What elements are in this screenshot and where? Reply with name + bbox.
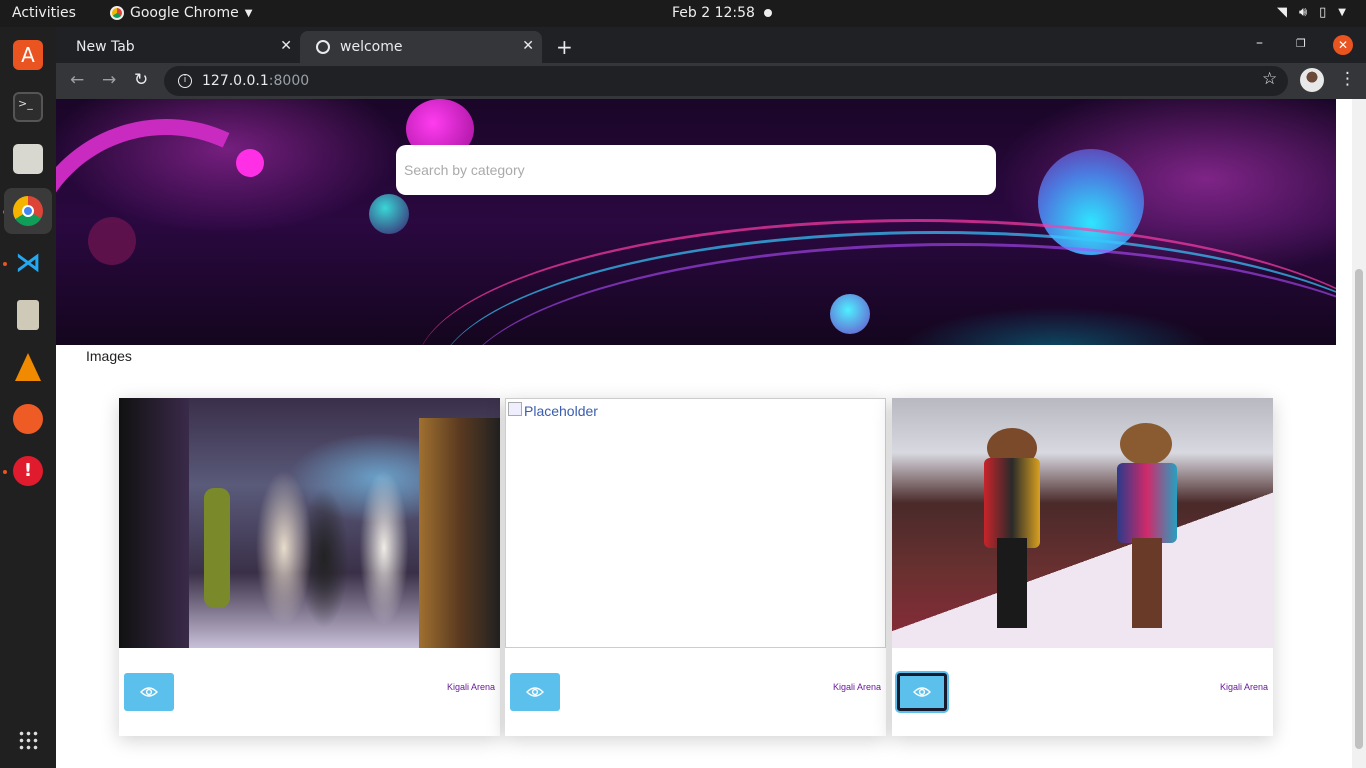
tab-welcome[interactable]: welcome ✕ xyxy=(300,31,542,63)
back-button[interactable]: ← xyxy=(70,70,84,90)
ubuntu-software-icon[interactable]: A xyxy=(8,35,48,75)
caret-down-icon: ▼ xyxy=(1338,7,1346,18)
window-close-button[interactable]: ✕ xyxy=(1333,35,1353,55)
restore-button[interactable]: ❐ xyxy=(1296,37,1306,50)
close-icon[interactable]: ✕ xyxy=(280,38,292,54)
info-icon[interactable]: i xyxy=(178,74,192,88)
eye-icon xyxy=(526,687,544,697)
broken-image-icon xyxy=(508,402,522,416)
forward-button[interactable]: → xyxy=(102,70,116,90)
view-button[interactable] xyxy=(897,673,947,711)
reload-button[interactable]: ↻ xyxy=(134,70,148,90)
app-menu[interactable]: Google Chrome ▼ xyxy=(110,5,252,21)
new-tab-button[interactable]: + xyxy=(556,35,573,59)
menu-kebab-icon[interactable]: ⋮ xyxy=(1339,69,1356,89)
running-indicator xyxy=(3,470,7,474)
broken-image[interactable]: Placeholder xyxy=(505,398,886,648)
hero-banner xyxy=(56,99,1336,345)
url-port: :8000 xyxy=(268,73,310,89)
image-alt-text: Placeholder xyxy=(524,403,598,419)
page-scrollbar[interactable] xyxy=(1352,99,1366,768)
fashion-show-photo[interactable] xyxy=(119,398,500,648)
dock: A >_ ⋊ ! xyxy=(0,27,56,768)
view-button[interactable] xyxy=(124,673,174,711)
view-button[interactable] xyxy=(510,673,560,711)
bookmark-star-icon[interactable]: ☆ xyxy=(1262,69,1277,89)
error-report-icon[interactable]: ! xyxy=(8,451,48,491)
minimize-button[interactable]: – xyxy=(1256,35,1263,51)
vlc-icon[interactable] xyxy=(8,347,48,387)
system-tray[interactable]: ◥ 🔊︎ ▯ ▼ xyxy=(1277,5,1346,20)
system-top-bar: Activities Google Chrome ▼ Feb 2 12:58 ◥… xyxy=(0,0,1366,27)
tab-new-tab[interactable]: New Tab ✕ xyxy=(64,31,300,63)
terminal-icon[interactable]: >_ xyxy=(8,87,48,127)
apps-grid-icon[interactable] xyxy=(8,720,48,760)
caret-down-icon: ▼ xyxy=(244,7,253,19)
tab-label: New Tab xyxy=(76,39,135,55)
profile-avatar[interactable] xyxy=(1300,68,1324,92)
app-menu-label: Google Chrome xyxy=(130,5,239,21)
battery-icon: ▯ xyxy=(1319,5,1327,20)
activities-button[interactable]: Activities xyxy=(12,5,76,21)
notification-dot-icon xyxy=(764,9,772,17)
browser-window: New Tab ✕ welcome ✕ + – ❐ ✕ ← → ↻ i 127.… xyxy=(56,27,1366,99)
web-page: Images Kigali Arena Placeholder Kigal xyxy=(56,99,1366,768)
location-label: Kigali Arena xyxy=(1219,682,1268,692)
address-bar[interactable]: i 127.0.0.1:8000 xyxy=(164,66,1288,96)
eye-icon xyxy=(140,687,158,697)
tab-label: welcome xyxy=(340,39,403,55)
swirl-decoration xyxy=(56,99,359,345)
clock[interactable]: Feb 2 12:58 xyxy=(672,5,755,21)
image-card: Placeholder Kigali Arena xyxy=(505,398,886,736)
vscode-icon[interactable]: ⋊ xyxy=(8,243,48,283)
globe-icon xyxy=(316,40,330,54)
orb-decoration xyxy=(369,194,409,234)
location-label: Kigali Arena xyxy=(446,682,495,692)
scrollbar-thumb[interactable] xyxy=(1355,269,1363,749)
files-icon[interactable] xyxy=(8,139,48,179)
image-card: Kigali Arena xyxy=(892,398,1273,736)
running-indicator xyxy=(3,262,7,266)
browser-toolbar: ← → ↻ i 127.0.0.1:8000 ☆ ⋮ xyxy=(56,63,1366,99)
volume-icon: 🔊︎ xyxy=(1298,5,1308,20)
chrome-icon[interactable] xyxy=(4,188,52,234)
section-title: Images xyxy=(86,348,132,364)
close-icon[interactable]: ✕ xyxy=(522,38,534,54)
search-input[interactable] xyxy=(396,145,996,195)
chrome-icon xyxy=(110,6,124,20)
image-card: Kigali Arena xyxy=(119,398,500,736)
eye-icon xyxy=(913,687,931,697)
url-host: 127.0.0.1 xyxy=(202,73,269,89)
runway-models-photo[interactable] xyxy=(892,398,1273,648)
wifi-icon: ◥ xyxy=(1276,5,1287,20)
postman-icon[interactable] xyxy=(8,399,48,439)
archive-icon[interactable] xyxy=(8,295,48,335)
location-label: Kigali Arena xyxy=(832,682,881,692)
